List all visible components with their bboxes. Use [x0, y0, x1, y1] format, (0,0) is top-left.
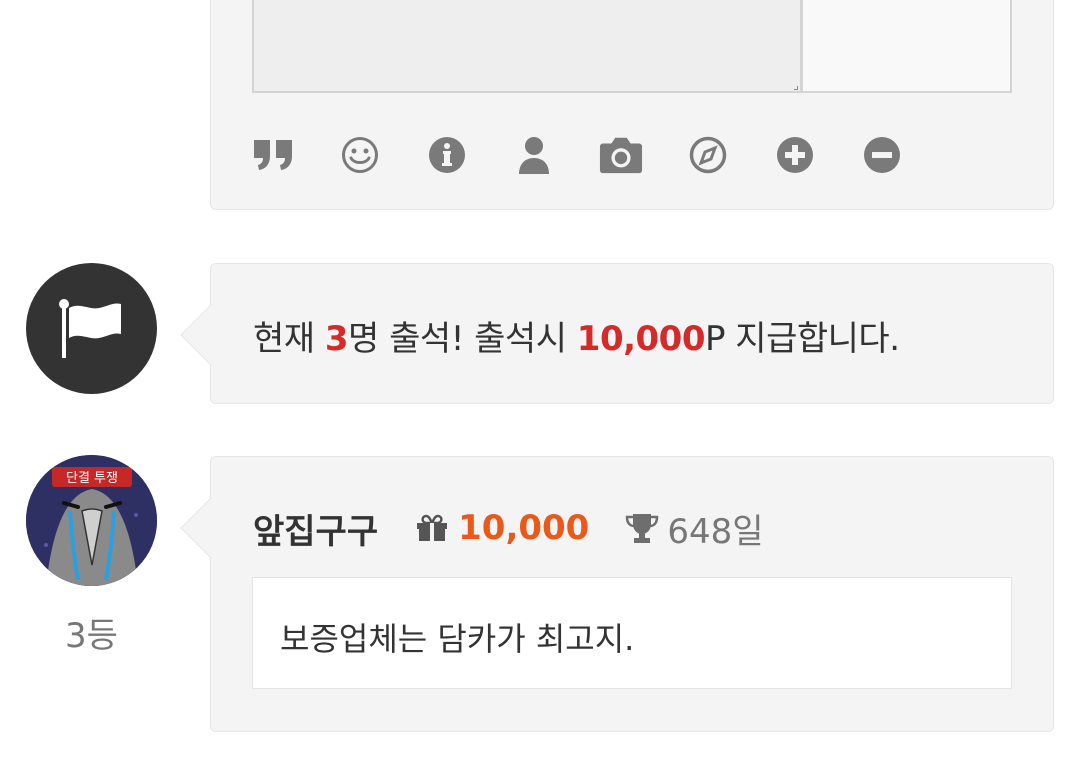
comment-form: 등록	[210, 0, 1054, 210]
avatar-image: 단결 투쟁	[26, 455, 157, 586]
submit-button[interactable]: 등록	[802, 0, 1012, 93]
compass-icon	[689, 136, 727, 174]
user-points: 10,000	[458, 508, 590, 548]
minus-circle-icon	[864, 137, 900, 173]
attendance-flag-avatar	[26, 263, 157, 394]
quote-button[interactable]	[251, 133, 295, 177]
link-button[interactable]	[686, 133, 730, 177]
comment-textarea[interactable]	[252, 0, 802, 93]
emoticon-button[interactable]	[338, 133, 382, 177]
attendance-points: 10,000	[576, 319, 706, 359]
comment-text: 보증업체는 담카가 최고지.	[280, 620, 635, 658]
info-button[interactable]	[425, 133, 469, 177]
nickname[interactable]: 앞집구구	[253, 504, 378, 553]
bubble-tail	[180, 497, 212, 559]
info-icon	[429, 137, 465, 173]
photo-button[interactable]	[599, 133, 643, 177]
flag-icon	[58, 298, 121, 358]
comment-page: 등록	[0, 0, 1079, 763]
comment-header: 앞집구구 10,000 648일	[253, 504, 764, 553]
expand-button[interactable]	[773, 133, 817, 177]
user-button[interactable]	[512, 133, 556, 177]
attendance-days: 648일	[667, 511, 764, 552]
attendance-text: 현재 3명 출석! 출석시 10,000P 지급합니다.	[253, 319, 900, 359]
comment-body: 보증업체는 담카가 최고지.	[252, 577, 1012, 689]
plus-circle-icon	[777, 137, 813, 173]
trophy-icon	[625, 512, 659, 544]
bubble-tail	[180, 304, 212, 366]
rank-label: 3등	[65, 616, 118, 656]
comment-item: 앞집구구 10,000 648일 보증업체는 담카가 최고지.	[180, 456, 1054, 732]
attendance-notice: 현재 3명 출석! 출석시 10,000P 지급합니다.	[180, 263, 1054, 404]
smiley-icon	[342, 137, 378, 173]
camera-icon	[599, 137, 643, 174]
editor-toolbar	[251, 133, 947, 177]
quote-icon	[254, 140, 292, 170]
shrink-button[interactable]	[860, 133, 904, 177]
gift-icon	[416, 514, 448, 542]
user-icon	[519, 137, 549, 174]
attendance-count: 3	[324, 319, 349, 359]
avatar-label: 단결 투쟁	[66, 471, 118, 486]
avatar[interactable]: 단결 투쟁	[26, 455, 157, 586]
submit-label: 등록	[873, 0, 928, 5]
resize-handle[interactable]	[794, 86, 798, 90]
